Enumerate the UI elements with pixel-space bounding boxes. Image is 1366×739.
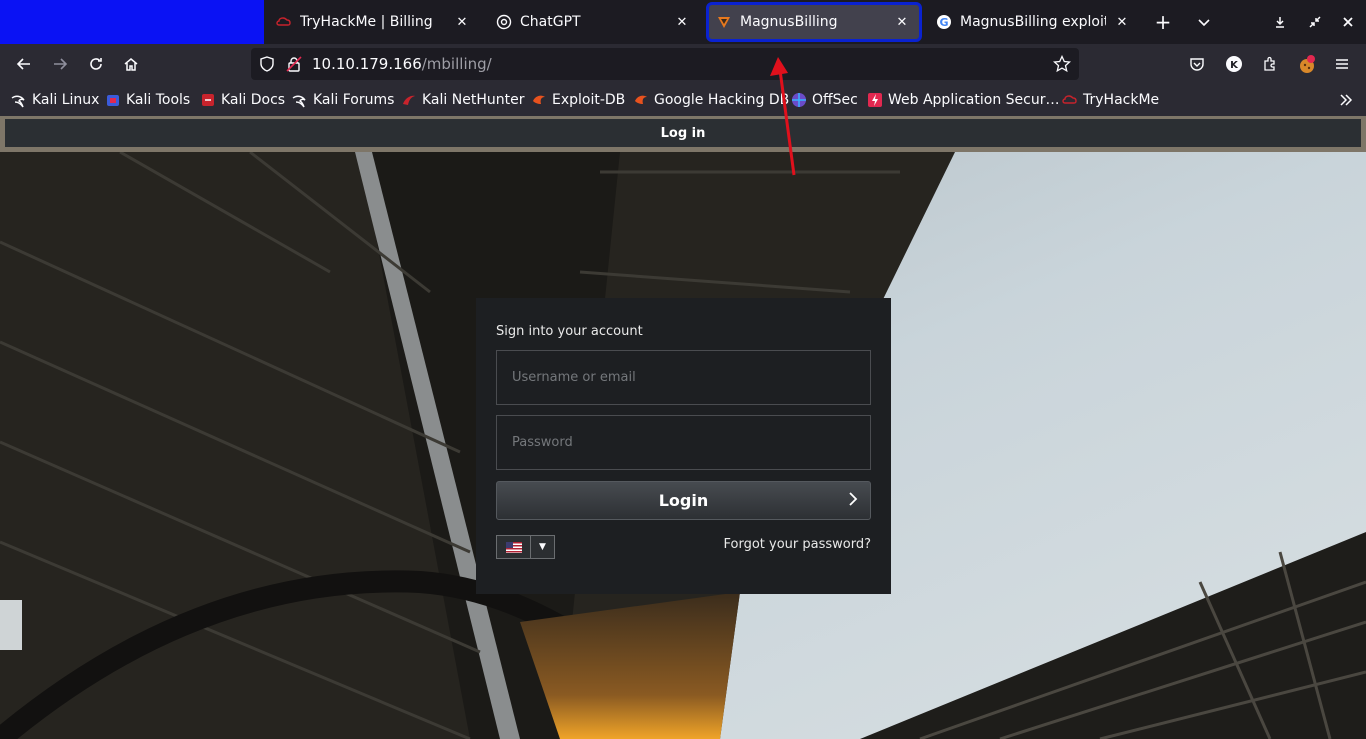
bookmark-web-application-security[interactable]: Web Application Secur…: [867, 91, 1059, 109]
bookmark-label: OffSec: [812, 92, 858, 108]
tab-title: MagnusBilling: [740, 14, 838, 30]
language-selector[interactable]: ▼: [496, 535, 555, 559]
tab-tryhackme-billing[interactable]: TryHackMe | Billing ✕: [268, 4, 480, 40]
bookmark-label: TryHackMe: [1083, 92, 1160, 108]
tab-magnusbilling[interactable]: MagnusBilling ✕: [706, 2, 922, 42]
bookmark-label: Kali NetHunter: [422, 92, 525, 108]
tryhackme-icon: [276, 14, 292, 30]
list-all-tabs-icon[interactable]: [1192, 10, 1216, 34]
url-text[interactable]: 10.10.179.166/mbilling/: [312, 55, 492, 73]
bookmark-star-icon[interactable]: [1052, 54, 1072, 77]
title-bar-frame: Log in: [0, 116, 1366, 152]
bookmark-google-hacking-db[interactable]: Google Hacking DB: [633, 91, 789, 109]
url-path: /mbilling/: [421, 55, 492, 73]
bookmarks-overflow-icon[interactable]: [1338, 91, 1354, 109]
pocket-icon[interactable]: [1184, 51, 1210, 77]
svg-text:K: K: [1230, 60, 1239, 71]
extensions-icon[interactable]: [1257, 51, 1283, 77]
bookmark-exploit-db[interactable]: Exploit-DB: [531, 91, 625, 109]
insecure-lock-icon[interactable]: [286, 56, 302, 76]
minimize-icon[interactable]: [1268, 10, 1292, 34]
svg-text:G: G: [939, 16, 948, 29]
bookmark-label: Google Hacking DB: [654, 92, 790, 108]
bookmark-kali-tools[interactable]: Kali Tools: [105, 91, 190, 109]
url-host: 10.10.179.166: [312, 55, 422, 73]
forward-icon[interactable]: [47, 51, 73, 77]
page-title-bar: Log in: [5, 119, 1361, 147]
close-tab-icon[interactable]: ✕: [452, 12, 472, 32]
bookmark-tryhackme[interactable]: TryHackMe: [1062, 91, 1159, 109]
tab-title: ChatGPT: [520, 14, 581, 30]
tab-google-search[interactable]: G MagnusBilling exploit - G ✕: [928, 4, 1140, 40]
bookmark-label: Kali Docs: [221, 92, 286, 108]
menu-icon[interactable]: [1329, 51, 1355, 77]
bookmark-offsec[interactable]: OffSec: [791, 91, 858, 109]
kali-docs-icon: [200, 92, 216, 108]
login-button[interactable]: Login: [496, 481, 871, 520]
navigation-toolbar: 10.10.179.166/mbilling/ K: [0, 44, 1366, 84]
kali-tools-icon: [105, 92, 121, 108]
magnusbilling-icon: [716, 14, 732, 30]
back-icon[interactable]: [11, 51, 37, 77]
bookmark-kali-docs[interactable]: Kali Docs: [200, 91, 285, 109]
login-heading: Sign into your account: [496, 324, 643, 339]
tab-chatgpt[interactable]: ChatGPT ✕: [488, 4, 700, 40]
webapp-icon: [867, 92, 883, 108]
page-content: Log in Sign into your account Username o…: [0, 116, 1366, 739]
close-window-icon[interactable]: [1336, 10, 1360, 34]
bookmark-label: Kali Tools: [126, 92, 191, 108]
google-icon: G: [936, 14, 952, 30]
login-button-label: Login: [658, 491, 709, 510]
new-tab-icon[interactable]: +: [1151, 10, 1175, 34]
kali-icon: [11, 92, 27, 108]
close-tab-icon[interactable]: ✕: [672, 12, 692, 32]
exploitdb-icon: [531, 92, 547, 108]
forgot-password-link[interactable]: Forgot your password?: [723, 537, 871, 552]
address-bar[interactable]: 10.10.179.166/mbilling/: [251, 48, 1079, 80]
bookmark-label: Exploit-DB: [552, 92, 626, 108]
username-input[interactable]: [496, 350, 871, 405]
tryhackme-icon: [1062, 92, 1078, 108]
exploitdb-icon: [633, 92, 649, 108]
bookmark-kali-linux[interactable]: Kali Linux: [11, 91, 99, 109]
chevron-right-icon: [848, 491, 858, 511]
reload-icon[interactable]: [83, 51, 109, 77]
chatgpt-icon: [496, 14, 512, 30]
bookmark-label: Kali Forums: [313, 92, 395, 108]
tab-title: MagnusBilling exploit - G: [960, 14, 1106, 30]
offsec-icon: [791, 92, 807, 108]
caret-down-icon[interactable]: ▼: [531, 536, 554, 558]
bookmark-label: Kali Linux: [32, 92, 100, 108]
close-tab-icon[interactable]: ✕: [1112, 12, 1132, 32]
account-avatar-icon[interactable]: K: [1221, 51, 1247, 77]
bookmark-kali-nethunter[interactable]: Kali NetHunter: [401, 91, 524, 109]
shield-icon[interactable]: [259, 56, 275, 76]
kali-icon: [292, 92, 308, 108]
redaction-block: [0, 0, 264, 44]
extension-cookie-icon[interactable]: [1294, 51, 1320, 77]
bookmarks-toolbar: Kali Linux Kali Tools Kali Docs Kali For…: [0, 84, 1366, 116]
bookmark-kali-forums[interactable]: Kali Forums: [292, 91, 394, 109]
home-icon[interactable]: [118, 51, 144, 77]
nethunter-icon: [401, 92, 417, 108]
login-panel: Sign into your account Login ▼ Forgot yo…: [476, 298, 891, 594]
tab-title: TryHackMe | Billing: [300, 14, 433, 30]
restore-icon[interactable]: [1303, 10, 1327, 34]
password-input[interactable]: [496, 415, 871, 470]
us-flag-icon: [497, 536, 531, 558]
tab-bar: TryHackMe | Billing ✕ ChatGPT ✕ MagnusBi…: [0, 0, 1366, 44]
bookmark-label: Web Application Secur…: [888, 92, 1060, 108]
close-tab-icon[interactable]: ✕: [892, 12, 912, 32]
